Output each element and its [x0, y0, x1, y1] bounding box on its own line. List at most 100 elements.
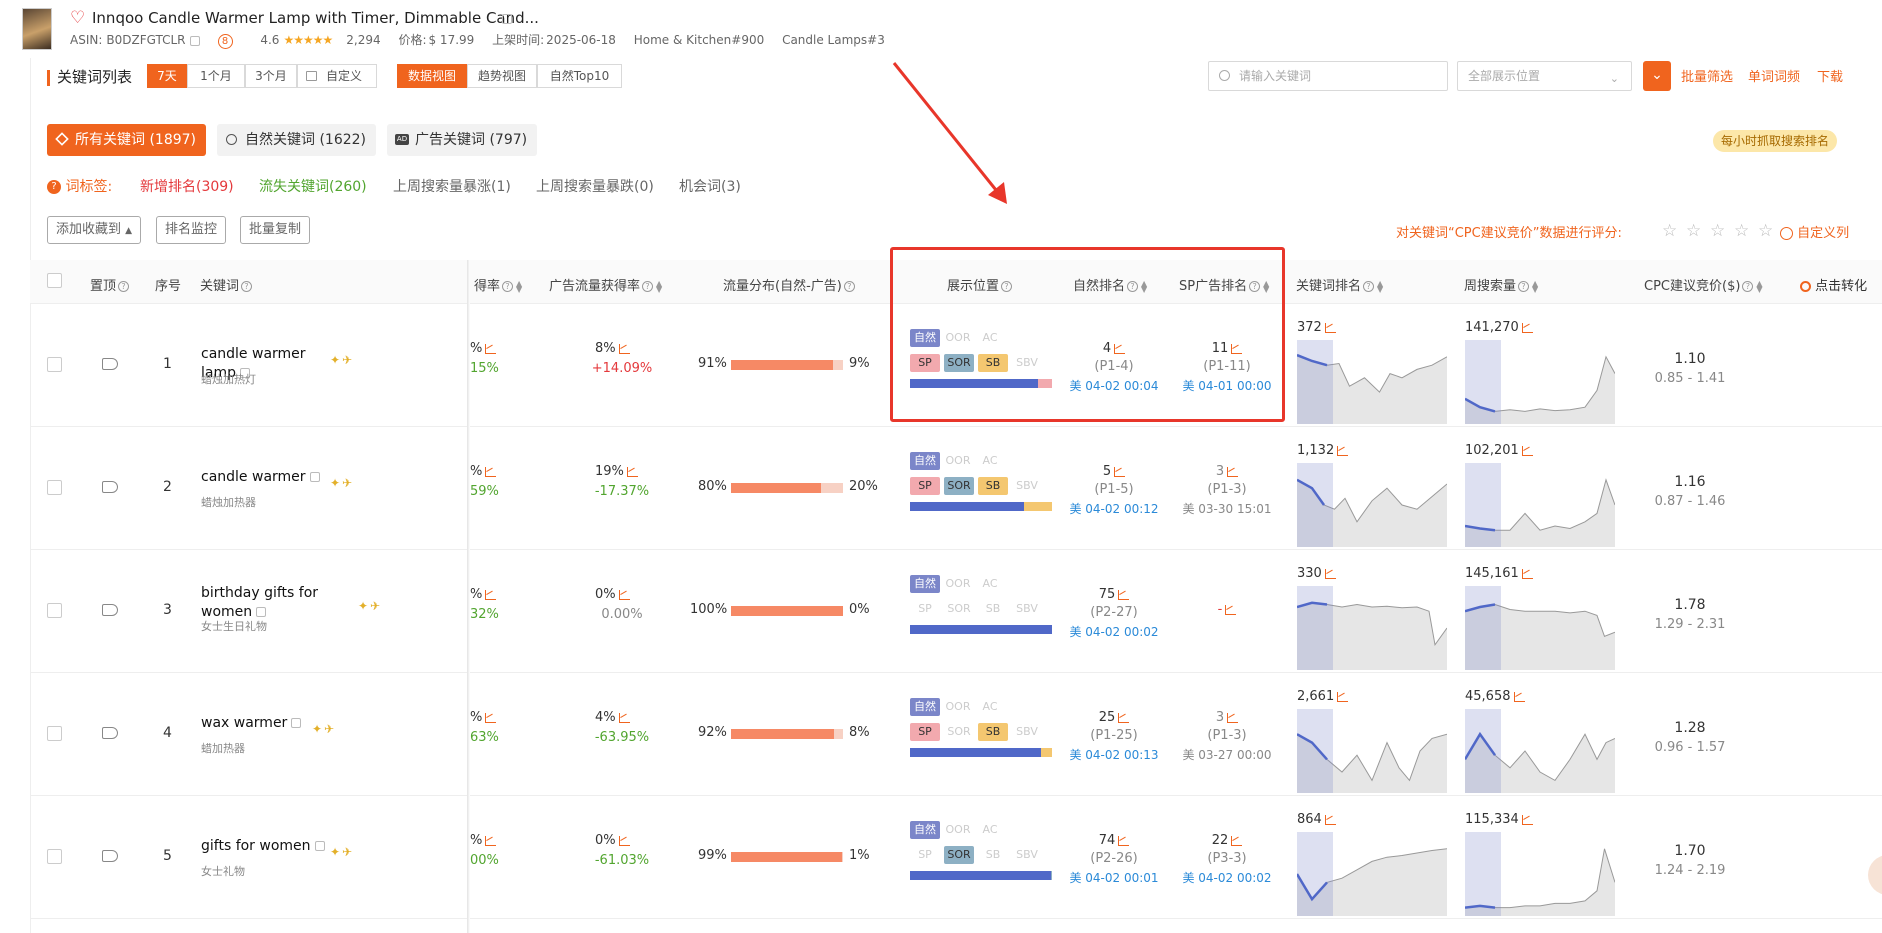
period-1m[interactable]: 1个月	[187, 64, 245, 88]
keyword-search-input[interactable]: 请输入关键词	[1208, 61, 1448, 91]
trend-chart-icon[interactable]	[618, 712, 630, 723]
keyword-rank-value[interactable]: 372	[1297, 320, 1336, 335]
tag-icon[interactable]	[102, 358, 118, 370]
copy-icon[interactable]	[314, 841, 325, 851]
category-rank-2[interactable]: Candle Lamps#3	[782, 33, 885, 47]
sp-rank-value[interactable]: -	[1177, 602, 1277, 617]
sort-icon[interactable]: ▲ ▼	[516, 279, 522, 293]
filter-all-keywords[interactable]: 所有关键词 (1897)	[47, 124, 207, 156]
row-checkbox[interactable]	[47, 849, 62, 864]
tag-new-rank[interactable]: 新增排名(309)	[140, 176, 234, 196]
trend-chart-icon[interactable]	[1521, 568, 1533, 579]
expand-dropdown-button[interactable]: ⌄	[1643, 61, 1671, 91]
keyword-rank-value[interactable]: 864	[1297, 812, 1336, 827]
period-custom[interactable]: 自定义	[297, 64, 377, 88]
rating-star-icon[interactable]: ☆	[1710, 221, 1725, 241]
help-icon[interactable]: ?	[1742, 281, 1754, 292]
tag-icon[interactable]	[102, 727, 118, 739]
keyword-flags-icon[interactable]: ✦✈	[312, 722, 336, 736]
tag-opportunity[interactable]: 机会词(3)	[679, 176, 741, 196]
trend-chart-icon[interactable]	[618, 835, 630, 846]
trend-chart-icon[interactable]	[1118, 589, 1130, 600]
filter-ad-keywords[interactable]: AD 广告关键词 (797)	[387, 124, 538, 156]
help-icon[interactable]: ?	[843, 281, 855, 292]
row-checkbox[interactable]	[47, 357, 62, 372]
keyword-rank-value[interactable]: 1,132	[1297, 443, 1349, 458]
sp-rank-value[interactable]: 3	[1177, 710, 1277, 725]
rating-star-icon[interactable]: ☆	[1734, 221, 1749, 241]
weekly-search-value[interactable]: 45,658	[1465, 689, 1525, 704]
weekly-search-value[interactable]: 141,270	[1465, 320, 1533, 335]
weekly-search-value[interactable]: 145,161	[1465, 566, 1533, 581]
natural-rank-value[interactable]: 75	[1064, 587, 1164, 602]
rank-monitor-button[interactable]: 排名监控	[156, 216, 227, 244]
period-7d[interactable]: 7天	[147, 64, 187, 88]
filter-natural-keywords[interactable]: 自然关键词 (1622)	[217, 124, 377, 156]
trend-chart-icon[interactable]	[1324, 568, 1336, 579]
help-icon[interactable]: ?	[502, 281, 514, 292]
select-all-checkbox[interactable]	[47, 273, 62, 288]
tag-icon[interactable]	[102, 604, 118, 616]
sp-rank-value[interactable]: 3	[1177, 464, 1277, 479]
keyword-rank-value[interactable]: 2,661	[1297, 689, 1349, 704]
rating-star-icon[interactable]: ☆	[1686, 221, 1701, 241]
copy-icon[interactable]	[502, 14, 512, 24]
batch-copy-button[interactable]: 批量复制	[240, 216, 311, 244]
keyword-flags-icon[interactable]: ✦✈	[330, 353, 354, 367]
rating-star-icon[interactable]: ☆	[1758, 221, 1773, 241]
col-rate[interactable]: 得率? ▲ ▼	[474, 275, 522, 294]
trend-chart-icon[interactable]	[618, 343, 630, 354]
keyword-flags-icon[interactable]: ✦✈	[330, 476, 354, 490]
keyword-text[interactable]: birthday gifts for women	[201, 584, 326, 622]
weekly-search-value[interactable]: 102,201	[1465, 443, 1533, 458]
keyword-flags-icon[interactable]: ✦✈	[330, 845, 354, 859]
product-title[interactable]: Innqoo Candle Warmer Lamp with Timer, Di…	[92, 9, 539, 27]
weekly-search-sparkline[interactable]	[1465, 586, 1615, 670]
keyword-flags-icon[interactable]: ✦✈	[358, 599, 382, 613]
col-weekly-search[interactable]: 周搜索量? ▲ ▼	[1464, 275, 1538, 294]
trend-chart-icon[interactable]	[1324, 814, 1336, 825]
trend-chart-icon[interactable]	[1337, 445, 1349, 456]
keyword-text[interactable]: wax warmer	[201, 714, 326, 733]
sort-icon[interactable]: ▲ ▼	[1377, 279, 1383, 293]
tag-search-surge[interactable]: 上周搜索量暴涨(1)	[393, 176, 511, 196]
tag-search-drop[interactable]: 上周搜索量暴跌(0)	[536, 176, 654, 196]
trend-chart-icon[interactable]	[1324, 322, 1336, 333]
trend-chart-icon[interactable]	[1521, 445, 1533, 456]
weekly-search-sparkline[interactable]	[1465, 340, 1615, 424]
keyword-rank-sparkline[interactable]	[1297, 463, 1447, 547]
col-click-conversion[interactable]: 点击转化	[1800, 275, 1867, 294]
trend-chart-icon[interactable]	[1337, 691, 1349, 702]
position-select[interactable]: 全部展示位置 ⌄	[1457, 61, 1632, 91]
natural-rank-value[interactable]: 74	[1064, 833, 1164, 848]
trend-chart-icon[interactable]	[1114, 466, 1126, 477]
help-icon[interactable]: ?	[118, 281, 130, 292]
download-link[interactable]: 下载	[1817, 66, 1843, 85]
trend-chart-icon[interactable]	[626, 466, 638, 477]
weekly-search-sparkline[interactable]	[1465, 832, 1615, 916]
trend-chart-icon[interactable]	[1118, 712, 1130, 723]
hourly-fetch-badge[interactable]: 每小时抓取搜索排名	[1713, 130, 1838, 152]
sort-icon[interactable]: ▲ ▼	[1532, 279, 1538, 293]
trend-chart-icon[interactable]	[485, 712, 497, 723]
copy-asin-icon[interactable]	[189, 35, 200, 46]
trend-chart-icon[interactable]	[1227, 466, 1239, 477]
keyword-rank-sparkline[interactable]	[1297, 586, 1447, 670]
add-collection-button[interactable]: 添加收藏到 ▲	[47, 216, 142, 244]
keyword-text[interactable]: candle warmer	[201, 468, 326, 487]
weekly-search-sparkline[interactable]	[1465, 463, 1615, 547]
col-ad-traffic-rate[interactable]: 广告流量获得率? ▲ ▼	[549, 275, 662, 294]
tag-icon[interactable]	[102, 850, 118, 862]
sort-icon[interactable]: ▲ ▼	[1756, 279, 1762, 293]
variant-count-badge[interactable]: 8	[217, 34, 233, 49]
trend-chart-icon[interactable]	[485, 343, 497, 354]
trend-chart-icon[interactable]	[1118, 835, 1130, 846]
help-icon[interactable]: ?	[1518, 281, 1530, 292]
copy-icon[interactable]	[309, 472, 320, 482]
copy-icon[interactable]	[256, 607, 267, 617]
row-checkbox[interactable]	[47, 603, 62, 618]
weekly-search-sparkline[interactable]	[1465, 709, 1615, 793]
trend-chart-icon[interactable]	[485, 835, 497, 846]
natural-rank-value[interactable]: 5	[1064, 464, 1164, 479]
help-icon[interactable]: ?	[1363, 281, 1375, 292]
